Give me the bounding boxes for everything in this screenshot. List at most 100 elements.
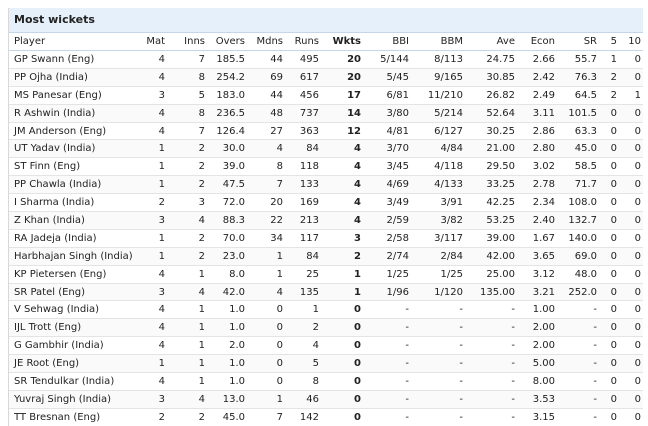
cell-inns: 2 [167,229,207,248]
cell-mat: 4 [137,372,167,391]
cell-bbm: - [411,354,465,374]
table-row: R Ashwin (India) 4 8 236.5 48 737 14 3/80 5/214 5… [9,104,643,123]
cell-bbi: - [363,390,411,409]
col-header-sr[interactable]: SR [557,33,599,51]
col-header-mdns[interactable]: Mdns [247,33,285,51]
cell-bbi: 4/81 [363,122,411,141]
cell-ten-wkt: 0 [619,157,643,177]
cell-overs: 13.0 [207,390,247,409]
cell-ten-wkt: 0 [619,175,643,195]
cell-mdns: 1 [247,390,285,409]
table-row: GP Swann (Eng) 4 7 185.5 44 495 20 5/144 8/113 24… [9,50,643,69]
cell-inns: 1 [167,372,207,391]
cell-bbm: 3/117 [411,229,465,248]
cell-mdns: 0 [247,336,285,356]
cell-mat: 1 [137,139,167,159]
cell-sr: 45.0 [557,139,599,159]
cell-wkts: 4 [321,211,363,230]
cell-sr: 69.0 [557,247,599,266]
cell-runs: 84 [285,247,321,266]
cell-mdns: 7 [247,175,285,195]
cell-wkts: 3 [321,229,363,248]
cell-overs: 1.0 [207,318,247,338]
cell-overs: 1.0 [207,372,247,391]
cell-inns: 1 [167,336,207,356]
cell-wkts: 0 [321,390,363,409]
cell-runs: 737 [285,104,321,123]
cell-player: Harbhajan Singh (India) [9,247,137,266]
col-header-mat[interactable]: Mat [137,33,167,51]
cell-wkts: 4 [321,193,363,213]
cell-ten-wkt: 0 [619,122,643,141]
cell-econ: 2.00 [517,318,557,338]
cell-bbi: 5/144 [363,50,411,69]
cell-sr: 140.0 [557,229,599,248]
cell-player: GP Swann (Eng) [9,50,137,69]
cell-wkts: 1 [321,265,363,284]
cell-overs: 47.5 [207,175,247,195]
table-row: I Sharma (India) 2 3 72.0 20 169 4 3/49 3/91 42.2… [9,193,643,213]
col-header-wkts[interactable]: Wkts [321,33,363,51]
cell-five-wkt: 2 [599,68,619,87]
cell-ten-wkt: 0 [619,265,643,284]
table-row: JM Anderson (Eng) 4 7 126.4 27 363 12 4/81 6/127… [9,122,643,141]
cell-wkts: 0 [321,300,363,320]
cell-mdns: 4 [247,139,285,159]
cell-wkts: 0 [321,372,363,391]
col-header-inns[interactable]: Inns [167,33,207,51]
cell-ten-wkt: 0 [619,390,643,409]
cell-mat: 2 [137,408,167,426]
cell-ave: 30.85 [465,68,517,87]
col-header-player[interactable]: Player [9,33,137,51]
cell-player: I Sharma (India) [9,193,137,213]
col-header-econ[interactable]: Econ [517,33,557,51]
table-row: V Sehwag (India) 4 1 1.0 0 1 0- - -1.00-0 0 [9,300,643,320]
col-header-5w[interactable]: 5 [599,33,619,51]
cell-bbm: - [411,372,465,391]
cell-sr: 252.0 [557,283,599,302]
cell-inns: 2 [167,139,207,159]
cell-runs: 25 [285,265,321,284]
table-row: Harbhajan Singh (India) 1 2 23.0 1 84 2 2/74 2/8… [9,247,643,266]
cell-five-wkt: 0 [599,104,619,123]
cell-mat: 4 [137,300,167,320]
cell-bbi: - [363,300,411,320]
cell-overs: 39.0 [207,157,247,177]
cell-ave: - [465,336,517,356]
col-header-runs[interactable]: Runs [285,33,321,51]
cell-sr: 63.3 [557,122,599,141]
cell-mdns: 34 [247,229,285,248]
cell-player: RA Jadeja (India) [9,229,137,248]
col-header-bbi[interactable]: BBI [363,33,411,51]
cell-sr: - [557,354,599,374]
col-header-10w[interactable]: 10 [619,33,643,51]
col-header-ave[interactable]: Ave [465,33,517,51]
cell-runs: 133 [285,175,321,195]
cell-player: SR Tendulkar (India) [9,372,137,391]
cell-bbm: 3/82 [411,211,465,230]
cell-mat: 3 [137,283,167,302]
cell-sr: 48.0 [557,265,599,284]
cell-mdns: 1 [247,247,285,266]
cell-ave: - [465,390,517,409]
cell-player: R Ashwin (India) [9,104,137,123]
cell-bbm: 1/120 [411,283,465,302]
cell-inns: 7 [167,50,207,69]
cell-ten-wkt: 0 [619,336,643,356]
cell-bbi: 2/59 [363,211,411,230]
cell-ave: 39.00 [465,229,517,248]
cell-overs: 185.5 [207,50,247,69]
cell-bbi: 1/96 [363,283,411,302]
cell-inns: 1 [167,300,207,320]
cell-player: TT Bresnan (Eng) [9,408,137,426]
cell-ave: 30.25 [465,122,517,141]
cell-mdns: 7 [247,408,285,426]
cell-overs: 126.4 [207,122,247,141]
cell-econ: 8.00 [517,372,557,391]
col-header-overs[interactable]: Overs [207,33,247,51]
cell-five-wkt: 0 [599,193,619,213]
cell-ave: - [465,408,517,426]
col-header-bbm[interactable]: BBM [411,33,465,51]
cell-econ: 3.12 [517,265,557,284]
cell-sr: - [557,372,599,391]
